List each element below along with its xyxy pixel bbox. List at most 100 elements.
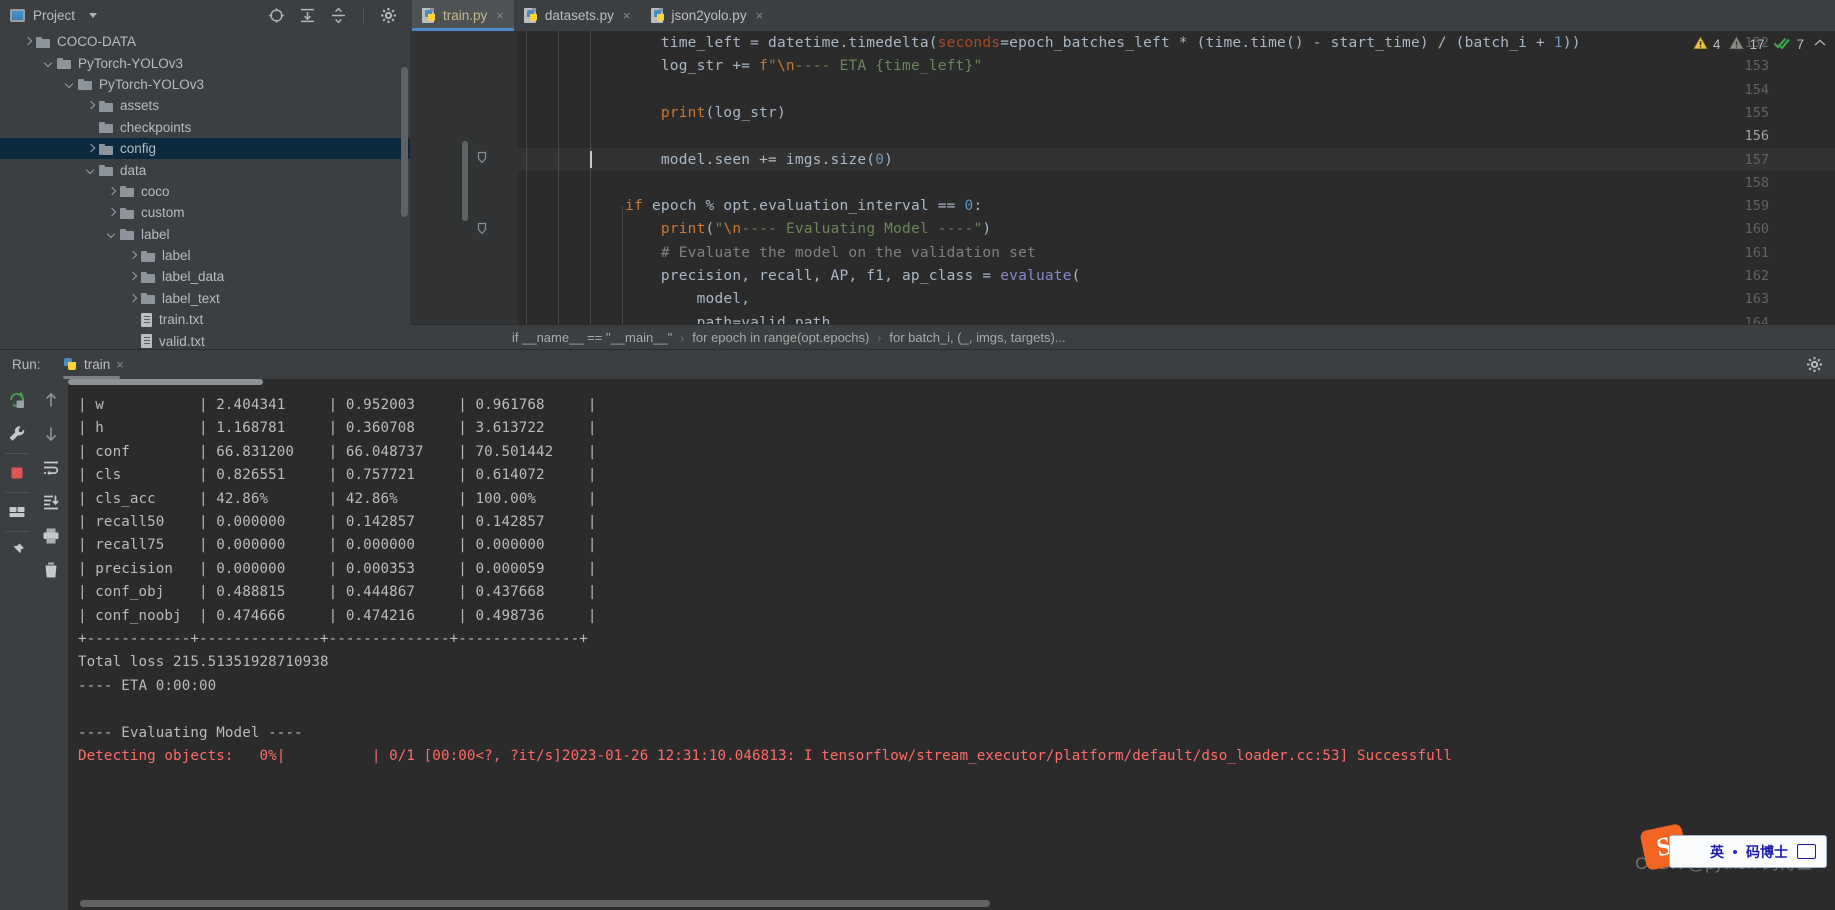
stop-icon[interactable]	[0, 456, 34, 490]
chevron-up-icon[interactable]	[1813, 37, 1827, 52]
code-line[interactable]: log_str += f"\n---- ETA {time_left}"	[518, 58, 982, 74]
console-line: | recall50 | 0.000000 | 0.142857 | 0.142…	[78, 514, 597, 530]
chevron-down-icon[interactable]	[85, 165, 96, 176]
tree-item-label-text[interactable]: label_text	[0, 288, 410, 309]
tree-item-label-data[interactable]: label_data	[0, 266, 410, 287]
rerun-icon[interactable]	[0, 383, 34, 417]
ime-punct-icon[interactable]	[1733, 849, 1737, 854]
tree-item-label[interactable]: label	[0, 245, 410, 266]
chevron-right-icon[interactable]	[127, 293, 138, 304]
chevron-down-icon[interactable]	[64, 79, 75, 90]
chevron-right-icon[interactable]	[85, 100, 96, 111]
console-horizontal-scrollbar[interactable]	[80, 900, 990, 907]
chevron-right-icon[interactable]	[106, 207, 117, 218]
code-editor[interactable]: time_left = datetime.timedelta(seconds=e…	[410, 31, 1835, 349]
code-line[interactable]: # Evaluate the model on the validation s…	[518, 245, 1036, 261]
close-icon[interactable]: ×	[116, 357, 124, 372]
chevron-right-icon[interactable]	[22, 36, 33, 47]
soft-wrap-icon[interactable]	[34, 451, 68, 485]
tree-item-pytorch-yolov3[interactable]: PyTorch-YOLOv3	[0, 74, 410, 95]
collapse-all-icon[interactable]	[330, 7, 347, 24]
run-settings-button[interactable]	[1806, 350, 1823, 379]
ime-lang-indicator[interactable]: 英	[1710, 842, 1724, 862]
chevron-right-icon[interactable]	[85, 143, 96, 154]
close-icon[interactable]: ×	[756, 9, 764, 22]
chevron-down-icon[interactable]	[89, 13, 98, 18]
code-line[interactable]: model,	[518, 291, 750, 307]
fold-marker-icon[interactable]	[476, 151, 488, 164]
editor-tab-label: datasets.py	[544, 8, 614, 23]
line-number: 156	[1744, 128, 1769, 145]
wrench-icon[interactable]	[0, 417, 34, 451]
code-line[interactable]: time_left = datetime.timedelta(seconds=e…	[518, 35, 1581, 51]
locate-icon[interactable]	[268, 7, 285, 24]
editor-gutter[interactable]	[410, 31, 518, 349]
tree-item-label: COCO-DATA	[57, 34, 136, 50]
tree-item-train-txt[interactable]: train.txt	[0, 309, 410, 330]
tree-item-config[interactable]: config	[0, 137, 410, 160]
chevron-down-icon[interactable]	[43, 58, 54, 69]
chevron-right-icon[interactable]	[127, 250, 138, 261]
project-tree[interactable]: COCO-DATA PyTorch-YOLOv3 PyTorch-YOLOv3 ass…	[0, 31, 410, 349]
fold-marker-icon[interactable]	[476, 222, 488, 235]
tree-item-valid-txt[interactable]: valid.txt	[0, 330, 410, 349]
breadcrumb[interactable]: if __name__ == "__main__" › for epoch in…	[410, 324, 1835, 350]
python-file-icon	[422, 7, 437, 24]
code-line[interactable]: model.seen += imgs.size(0)	[518, 152, 893, 168]
tree-item-coco[interactable]: coco	[0, 181, 410, 202]
chevron-right-icon[interactable]	[106, 186, 117, 197]
chevron-right-icon[interactable]	[127, 271, 138, 282]
line-number: 153	[1744, 58, 1769, 75]
gear-icon[interactable]	[380, 7, 397, 24]
scroll-to-end-icon[interactable]	[34, 485, 68, 519]
breadcrumb-item-2[interactable]: for batch_i, (_, imgs, targets)...	[889, 330, 1065, 345]
print-icon[interactable]	[34, 519, 68, 553]
console-line-error: Detecting objects: 0%| | 0/1 [00:00<?, ?…	[78, 748, 1453, 764]
chevron-down-icon[interactable]	[106, 229, 117, 240]
line-number: 161	[1744, 244, 1769, 261]
arrow-up-icon[interactable]	[34, 383, 68, 417]
editor-tab-train-py[interactable]: train.py ×	[412, 0, 514, 31]
line-number: 163	[1744, 291, 1769, 308]
folder-icon	[99, 143, 114, 155]
keyboard-icon[interactable]	[1797, 844, 1816, 859]
project-tree-scrollbar[interactable]	[401, 67, 408, 217]
code-line[interactable]: print("\n---- Evaluating Model ----")	[518, 221, 991, 237]
run-tab-train[interactable]: train ×	[63, 350, 124, 379]
arrow-down-icon[interactable]	[34, 417, 68, 451]
close-icon[interactable]: ×	[496, 9, 504, 22]
tree-item-coco-data[interactable]: COCO-DATA	[0, 31, 410, 52]
code-line[interactable]: precision, recall, AP, f1, ap_class = ev…	[518, 268, 1081, 284]
trash-icon[interactable]	[34, 553, 68, 587]
breadcrumb-item-1[interactable]: for epoch in range(opt.epochs)	[692, 330, 869, 345]
code-line[interactable]: print(log_str)	[518, 105, 786, 121]
project-tool-label: Project	[33, 8, 76, 23]
editor-tab-json2yolo-py[interactable]: json2yolo.py ×	[641, 0, 774, 31]
tree-item-checkpoints[interactable]: checkpoints	[0, 117, 410, 138]
console-line: | conf_noobj | 0.474666 | 0.474216 | 0.4…	[78, 607, 597, 624]
editor-gutter-scrollbar[interactable]	[462, 141, 468, 221]
folder-icon	[36, 36, 51, 48]
line-number: 155	[1744, 104, 1769, 121]
pin-icon[interactable]	[0, 534, 34, 568]
close-icon[interactable]: ×	[623, 9, 631, 22]
editor-tab-label: train.py	[443, 8, 488, 23]
breadcrumb-item-0[interactable]: if __name__ == "__main__"	[512, 330, 672, 345]
tree-item-pytorch-yolov3[interactable]: PyTorch-YOLOv3	[0, 52, 410, 73]
tree-item-label: config	[120, 141, 157, 157]
code-line[interactable]: if epoch % opt.evaluation_interval == 0:	[518, 198, 982, 214]
project-tool-button[interactable]: Project	[10, 0, 98, 31]
tree-item-assets[interactable]: assets	[0, 95, 410, 116]
inspection-status-widget[interactable]: 4 17 7	[1693, 31, 1827, 57]
run-console-output[interactable]: | w | 2.404341 | 0.952003 | 0.961768 | | …	[68, 379, 1835, 910]
ime-toolbar[interactable]: 英 码博士	[1669, 835, 1827, 868]
tree-item-custom[interactable]: custom	[0, 202, 410, 223]
layout-icon[interactable]	[0, 495, 34, 529]
console-top-scroll-indicator[interactable]	[68, 379, 263, 385]
tree-item-data[interactable]: data	[0, 159, 410, 180]
expand-all-icon[interactable]	[299, 7, 316, 24]
tree-item-label[interactable]: label	[0, 224, 410, 245]
run-tab-label: train	[84, 357, 111, 372]
editor-tab-datasets-py[interactable]: datasets.py ×	[514, 0, 641, 31]
